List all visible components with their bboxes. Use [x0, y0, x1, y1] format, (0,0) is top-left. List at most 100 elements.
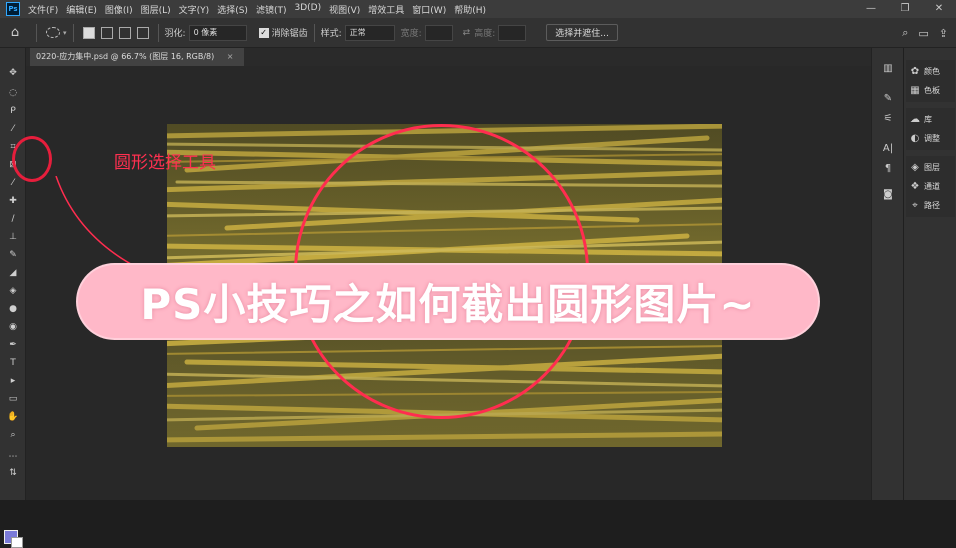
character-panel-icon[interactable]: A| — [881, 142, 895, 156]
menu-edit[interactable]: 编辑(E) — [66, 3, 97, 16]
panel-item-label: 通道 — [924, 182, 940, 191]
brush-tool-icon[interactable]: / — [4, 212, 22, 226]
quick-select-tool-icon[interactable]: ⁄ — [4, 122, 22, 136]
type-tool-icon[interactable]: T — [4, 356, 22, 370]
dodge-tool-icon[interactable]: ◉ — [4, 320, 22, 334]
panel-item-color[interactable]: ✿ 颜色 — [906, 62, 955, 81]
panel-item-layers[interactable]: ◈ 图层 — [906, 158, 955, 177]
workspace-icon[interactable]: ▭ — [918, 27, 928, 40]
layers-icon: ◈ — [911, 162, 919, 173]
history-brush-tool-icon[interactable]: ✎ — [4, 248, 22, 262]
divider — [72, 23, 74, 42]
panel-item-label: 调整 — [924, 134, 940, 143]
panel-item-label: 路径 — [924, 201, 940, 210]
menu-view[interactable]: 视图(V) — [329, 3, 360, 16]
window-controls: — ❐ ✕ — [854, 0, 956, 18]
grid-icon: ▦ — [910, 85, 920, 96]
width-input[interactable] — [424, 24, 453, 41]
cloud-icon: ☁ — [910, 114, 920, 125]
panel-group-layers: ◈ 图层 ❖ 通道 ⌖ 路径 — [906, 156, 955, 217]
right-panels: ✿ 颜色 ▦ 色板 ☁ 库 ◐ 调整 ◈ 图层 ❖ 通道 ⌖ 路径 — [903, 48, 956, 500]
title-banner: PS小技巧之如何截出圆形图片~ — [78, 265, 818, 338]
menu-select[interactable]: 选择(S) — [217, 3, 248, 16]
menu-window[interactable]: 窗口(W) — [412, 3, 446, 16]
photoshop-logo[interactable]: Ps — [6, 2, 20, 16]
select-and-mask-button[interactable]: 选择并遮住... — [546, 24, 618, 41]
panel-group-library: ☁ 库 ◐ 调整 — [906, 108, 955, 150]
panel-item-channels[interactable]: ❖ 通道 — [906, 177, 955, 196]
menu-type[interactable]: 文字(Y) — [179, 3, 210, 16]
subtract-selection-icon[interactable] — [118, 26, 131, 39]
panel-item-paths[interactable]: ⌖ 路径 — [906, 196, 955, 215]
intersect-selection-icon[interactable] — [136, 26, 149, 39]
zoom-tool-icon[interactable]: ⌕ — [4, 428, 22, 442]
pen-tool-icon[interactable]: ✒ — [4, 338, 22, 352]
chevron-down-icon[interactable]: ▾ — [63, 29, 67, 37]
divider — [36, 23, 37, 42]
eyedropper-tool-icon[interactable]: ⁄ — [4, 176, 22, 190]
panel-icon-strip: ▥ ✎ ⚟ A| ¶ ◙ — [871, 48, 903, 500]
document-tab-title: 0220-应力集中.psd @ 66.7% (图层 16, RGB/8) — [36, 52, 215, 61]
panel-item-label: 库 — [924, 115, 932, 124]
close-icon[interactable]: × — [227, 52, 234, 61]
height-input[interactable] — [498, 24, 527, 41]
panel-item-label: 颜色 — [924, 67, 940, 76]
tools-panel: ✥ ◌ ᑭ ⁄ ⌗ ⊠ ⁄ ✚ / ⊥ ✎ ◢ ◈ ● ◉ ✒ T ▸ ▭ ✋ … — [0, 48, 26, 548]
menu-help[interactable]: 帮助(H) — [454, 3, 486, 16]
banner-text: PS小技巧之如何截出圆形图片~ — [140, 280, 756, 329]
paint-bucket-tool-icon[interactable]: ◈ — [4, 284, 22, 298]
blur-tool-icon[interactable]: ● — [4, 302, 22, 316]
menu-image[interactable]: 图像(I) — [105, 3, 133, 16]
eraser-tool-icon[interactable]: ◢ — [4, 266, 22, 280]
width-label: 宽度: — [400, 29, 422, 39]
new-selection-icon[interactable] — [82, 26, 95, 39]
menu-3d[interactable]: 3D(D) — [294, 3, 321, 16]
background-color-swatch[interactable] — [11, 537, 23, 548]
elliptical-marquee-preset-icon[interactable] — [46, 27, 60, 38]
panel-item-adjustments[interactable]: ◐ 调整 — [906, 129, 955, 148]
home-icon[interactable]: ⌂ — [0, 25, 30, 40]
style-select[interactable]: 正常 — [344, 24, 395, 41]
feather-label: 羽化: — [164, 29, 186, 39]
panel-item-libraries[interactable]: ☁ 库 — [906, 110, 955, 129]
add-selection-icon[interactable] — [100, 26, 113, 39]
share-icon[interactable]: ⇪ — [939, 27, 948, 40]
panel-item-swatches[interactable]: ▦ 色板 — [906, 81, 955, 100]
document-tab[interactable]: 0220-应力集中.psd @ 66.7% (图层 16, RGB/8) × — [30, 48, 244, 66]
antialias-checkbox[interactable]: ✓ — [258, 27, 269, 38]
rectangle-tool-icon[interactable]: ▭ — [4, 392, 22, 406]
swap-icon[interactable]: ⇄ — [463, 28, 471, 38]
more-tools-icon[interactable]: ⋯ — [4, 450, 22, 464]
menu-file[interactable]: 文件(F) — [28, 3, 58, 16]
hand-tool-icon[interactable]: ✋ — [4, 410, 22, 424]
path-selection-tool-icon[interactable]: ▸ — [4, 374, 22, 388]
restore-icon[interactable]: ❐ — [888, 0, 922, 18]
elliptical-marquee-tool-icon[interactable]: ◌ — [4, 86, 22, 100]
paragraph-panel-icon[interactable]: ¶ — [881, 162, 895, 176]
swap-colors-icon[interactable]: ⇅ — [4, 466, 22, 480]
options-bar: ⌂ ▾ 羽化: 0 像素 ✓ 消除锯齿 样式: 正常 宽度: ⇄ 高度: 选择并… — [0, 18, 956, 48]
channels-icon: ❖ — [910, 181, 920, 192]
properties-panel-icon[interactable]: ⚟ — [881, 112, 895, 126]
search-icon[interactable]: ⌕ — [902, 26, 908, 40]
clone-stamp-tool-icon[interactable]: ⊥ — [4, 230, 22, 244]
move-tool-icon[interactable]: ✥ — [4, 66, 22, 80]
brush-panel-icon[interactable]: ✎ — [881, 92, 895, 106]
panel-item-label: 色板 — [924, 86, 940, 95]
info-panel-icon[interactable]: ◙ — [881, 188, 895, 202]
palette-icon: ✿ — [910, 66, 920, 77]
close-icon[interactable]: ✕ — [922, 0, 956, 18]
menu-plugins[interactable]: 增效工具 — [368, 3, 404, 16]
annotation-tool-label: 圆形选择工具 — [114, 153, 216, 173]
history-panel-icon[interactable]: ▥ — [881, 62, 895, 76]
style-label: 样式: — [320, 29, 342, 39]
healing-brush-tool-icon[interactable]: ✚ — [4, 194, 22, 208]
panel-item-label: 图层 — [924, 163, 940, 172]
menu-layer[interactable]: 图层(L) — [141, 3, 171, 16]
feather-input[interactable]: 0 像素 — [188, 24, 247, 41]
lasso-tool-icon[interactable]: ᑭ — [4, 104, 22, 118]
minimize-icon[interactable]: — — [854, 0, 888, 18]
menu-filter[interactable]: 滤镜(T) — [256, 3, 287, 16]
antialias-label: 消除锯齿 — [271, 29, 308, 39]
divider — [157, 23, 159, 42]
